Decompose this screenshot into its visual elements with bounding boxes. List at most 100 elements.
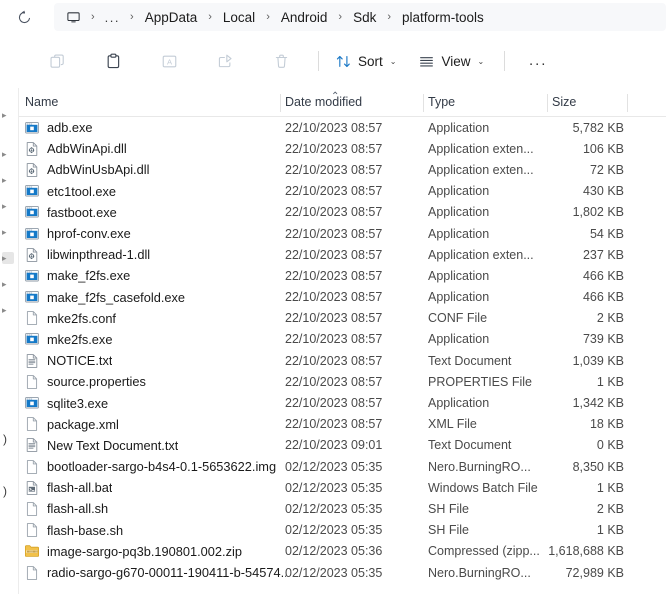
table-row[interactable]: flash-base.sh 02/12/2023 05:35 SH File 1 KB	[19, 520, 666, 541]
table-row[interactable]: mke2fs.conf 22/10/2023 08:57 CONF File 2 KB	[19, 308, 666, 329]
table-row[interactable]: New Text Document.txt 22/10/2023 09:01 Tex…	[19, 435, 666, 456]
file-name-cell[interactable]: package.xml	[24, 416, 119, 432]
file-list[interactable]: adb.exe 22/10/2023 08:57 Application 5,782 …	[19, 117, 666, 594]
file-size-cell: 106 KB	[582, 141, 624, 156]
table-row[interactable]: AdbWinUsbApi.dll 22/10/2023 08:57 Applicat…	[19, 159, 666, 180]
table-row[interactable]: image-sargo-pq3b.190801.002.zip 02/12/202…	[19, 541, 666, 562]
file-name-cell[interactable]: make_f2fs.exe	[24, 268, 130, 284]
breadcrumb-item-appdata[interactable]: AppData	[142, 8, 201, 27]
file-date-modified-cell: 22/10/2023 08:57	[285, 332, 383, 347]
more-options-button[interactable]: ...	[517, 45, 559, 77]
file-size-cell: 1,342 KB	[572, 396, 624, 411]
file-name-cell[interactable]: radio-sargo-g670-00011-190411-b-54574...	[24, 565, 286, 581]
file-date-modified-cell: 22/10/2023 08:57	[285, 162, 383, 177]
file-name-cell[interactable]: hprof-conv.exe	[24, 226, 131, 242]
file-size-cell: 18 KB	[589, 417, 624, 432]
file-size-cell: 1,802 KB	[572, 205, 624, 220]
file-name-label: make_f2fs.exe	[47, 268, 131, 284]
file-name-cell[interactable]: AdbWinApi.dll	[24, 141, 127, 157]
file-name-cell[interactable]: AdbWinUsbApi.dll	[24, 162, 149, 178]
view-button[interactable]: View ⌄	[414, 45, 488, 77]
file-name-cell[interactable]: mke2fs.exe	[24, 331, 112, 347]
delete-button[interactable]	[260, 45, 302, 77]
file-name-label: flash-all.bat	[47, 480, 113, 496]
breadcrumb[interactable]: › ... › AppData › Local › Android › Sdk …	[54, 3, 666, 31]
file-name-cell[interactable]: sqlite3.exe	[24, 395, 108, 411]
table-row[interactable]: make_f2fs_casefold.exe 22/10/2023 08:57 Ap…	[19, 287, 666, 308]
text-file-icon	[26, 438, 38, 453]
column-header-size[interactable]: Size	[552, 95, 576, 109]
table-row[interactable]: flash-all.bat 02/12/2023 05:35 Windows Bat…	[19, 477, 666, 498]
table-row[interactable]: make_f2fs.exe 22/10/2023 08:57 Application…	[19, 265, 666, 286]
bat-file-icon	[26, 480, 38, 495]
command-toolbar: A Sort ⌄ View ⌄ ...	[0, 38, 666, 84]
file-name-cell[interactable]: adb.exe	[24, 120, 93, 136]
nav-expand-chevron[interactable]: ▸	[2, 109, 14, 121]
copy-button[interactable]	[36, 45, 78, 77]
nav-expand-chevron[interactable]: ▸	[2, 148, 14, 160]
sort-button[interactable]: Sort ⌄	[331, 45, 400, 77]
table-row[interactable]: bootloader-sargo-b4s4-0.1-5653622.img 02/…	[19, 456, 666, 477]
nav-expand-chevron[interactable]: ▸	[2, 200, 14, 212]
table-row[interactable]: sqlite3.exe 22/10/2023 08:57 Application 1,…	[19, 392, 666, 413]
file-name-label: image-sargo-pq3b.190801.002.zip	[47, 543, 242, 559]
file-name-cell[interactable]: make_f2fs_casefold.exe	[24, 289, 185, 305]
blank-file-icon	[26, 459, 38, 474]
table-row[interactable]: radio-sargo-g670-00011-190411-b-54574...…	[19, 562, 666, 583]
nav-expand-chevron[interactable]: ▸	[2, 174, 14, 186]
file-date-modified-cell: 02/12/2023 05:35	[285, 480, 383, 495]
column-header-type[interactable]: Type	[428, 95, 455, 109]
file-name-cell[interactable]: image-sargo-pq3b.190801.002.zip	[24, 543, 242, 559]
application-icon	[24, 183, 40, 199]
table-row[interactable]: AdbWinApi.dll 22/10/2023 08:57 Application…	[19, 138, 666, 159]
nav-item-fragment[interactable]: )	[3, 484, 7, 498]
table-row[interactable]: flash-all.sh 02/12/2023 05:35 SH File 2 KB	[19, 498, 666, 519]
file-name-cell[interactable]: fastboot.exe	[24, 204, 117, 220]
breadcrumb-item-platform-tools[interactable]: platform-tools	[399, 8, 487, 27]
file-name-cell[interactable]: flash-base.sh	[24, 522, 123, 538]
share-button[interactable]	[204, 45, 246, 77]
column-divider[interactable]	[423, 94, 424, 112]
file-name-cell[interactable]: mke2fs.conf	[24, 310, 116, 326]
paste-button[interactable]	[92, 45, 134, 77]
breadcrumb-overflow[interactable]: ...	[103, 10, 122, 25]
table-row[interactable]: adb.exe 22/10/2023 08:57 Application 5,782 …	[19, 117, 666, 138]
toolbar-divider-1	[318, 51, 319, 71]
table-row[interactable]: libwinpthread-1.dll 22/10/2023 08:57 Appli…	[19, 244, 666, 265]
monitor-icon[interactable]	[64, 10, 83, 25]
refresh-button[interactable]	[8, 3, 40, 31]
table-row[interactable]: package.xml 22/10/2023 08:57 XML File 18 KB	[19, 414, 666, 435]
file-name-cell[interactable]: bootloader-sargo-b4s4-0.1-5653622.img	[24, 459, 276, 475]
nav-expand-chevron[interactable]: ▸	[2, 278, 14, 290]
table-row[interactable]: etc1tool.exe 22/10/2023 08:57 Application 4…	[19, 181, 666, 202]
breadcrumb-item-local[interactable]: Local	[220, 8, 258, 27]
column-divider[interactable]	[627, 94, 628, 112]
table-row[interactable]: source.properties 22/10/2023 08:57 PROPERT…	[19, 371, 666, 392]
file-name-cell[interactable]: NOTICE.txt	[24, 353, 112, 369]
nav-expand-chevron-selected[interactable]: ▸	[2, 252, 14, 264]
table-row[interactable]: hprof-conv.exe 22/10/2023 08:57 Applicatio…	[19, 223, 666, 244]
file-size-cell: 72 KB	[589, 162, 624, 177]
file-name-cell[interactable]: libwinpthread-1.dll	[24, 247, 150, 263]
breadcrumb-item-android[interactable]: Android	[278, 8, 331, 27]
file-date-modified-cell: 02/12/2023 05:35	[285, 459, 383, 474]
file-name-cell[interactable]: flash-all.bat	[24, 480, 112, 496]
column-header-date-modified[interactable]: Date modified ⌃	[285, 92, 362, 110]
table-row[interactable]: fastboot.exe 22/10/2023 08:57 Application 1…	[19, 202, 666, 223]
rename-button[interactable]: A	[148, 45, 190, 77]
column-divider[interactable]	[280, 94, 281, 112]
breadcrumb-item-sdk[interactable]: Sdk	[350, 8, 379, 27]
file-name-cell[interactable]: flash-all.sh	[24, 501, 108, 517]
column-header-name[interactable]: Name	[25, 95, 58, 109]
nav-expand-chevron[interactable]: ▸	[2, 226, 14, 238]
file-name-cell[interactable]: etc1tool.exe	[24, 183, 116, 199]
nav-expand-chevron[interactable]: ▸	[2, 304, 14, 316]
column-divider[interactable]	[547, 94, 548, 112]
file-name-cell[interactable]: New Text Document.txt	[24, 437, 178, 453]
nav-item-fragment[interactable]: )	[3, 432, 7, 446]
file-size-cell: 1,039 KB	[572, 353, 624, 368]
file-name-cell[interactable]: source.properties	[24, 374, 146, 390]
file-size-cell: 5,782 KB	[572, 120, 624, 135]
table-row[interactable]: NOTICE.txt 22/10/2023 08:57 Text Document 1…	[19, 350, 666, 371]
table-row[interactable]: mke2fs.exe 22/10/2023 08:57 Application 739…	[19, 329, 666, 350]
